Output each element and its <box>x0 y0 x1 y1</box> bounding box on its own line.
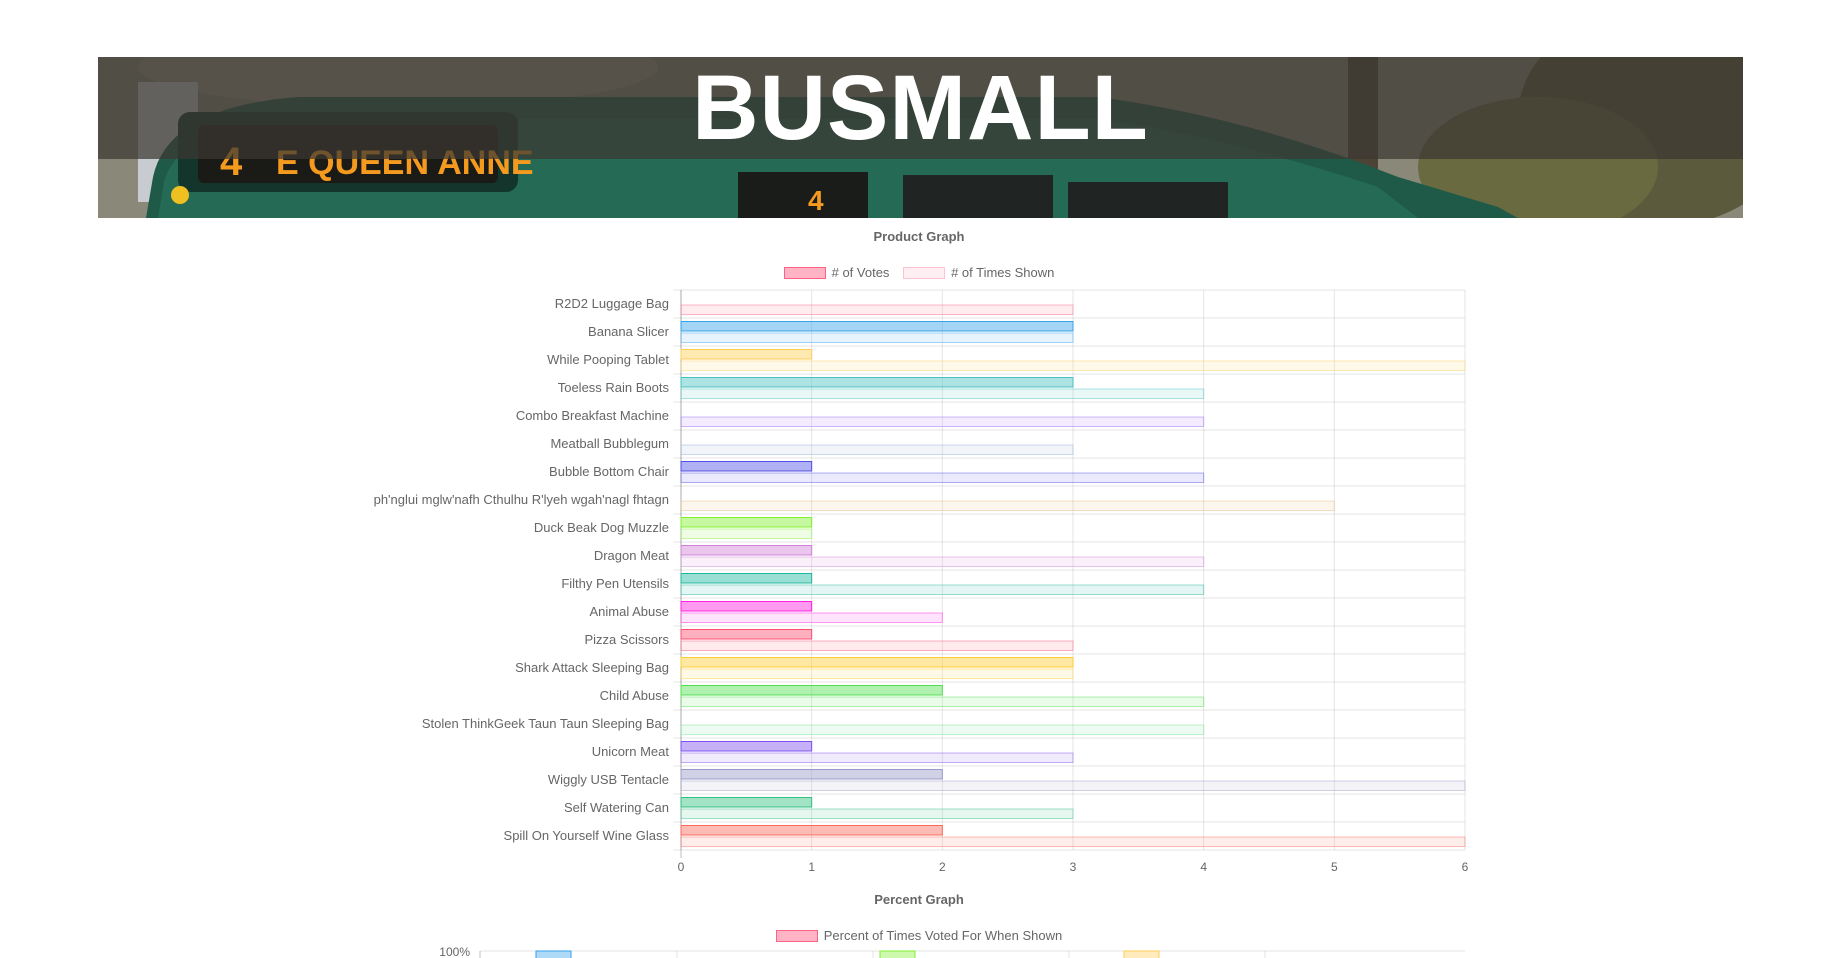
category-label: Combo Breakfast Machine <box>516 408 669 423</box>
category-label: R2D2 Luggage Bag <box>555 296 669 311</box>
bar-votes <box>680 545 813 556</box>
category-label: Stolen ThinkGeek Taun Taun Sleeping Bag <box>422 716 669 731</box>
bar-times-shown <box>680 332 1074 343</box>
bar-votes <box>680 629 813 640</box>
x-tick-label: 1 <box>808 860 815 874</box>
bar-times-shown <box>680 612 943 623</box>
category-label: Pizza Scissors <box>584 632 669 647</box>
x-tick-label: 5 <box>1331 860 1338 874</box>
bar-times-shown <box>680 472 1205 483</box>
bar-times-shown <box>680 808 1074 819</box>
x-tick-label: 6 <box>1462 860 1469 874</box>
category-label: Dragon Meat <box>594 548 670 563</box>
bar-votes <box>680 657 1074 668</box>
product-chart-title: Product Graph <box>873 229 965 244</box>
x-tick-label: 2 <box>939 860 946 874</box>
bar-times-shown <box>680 416 1205 427</box>
bar-times-shown <box>680 528 813 539</box>
bar-votes <box>680 321 1074 332</box>
bar-times-shown <box>680 500 1335 511</box>
legend-label-votes: # of Votes <box>831 265 890 280</box>
percent-bar <box>879 950 916 958</box>
category-label: Spill On Yourself Wine Glass <box>504 828 670 843</box>
legend-swatch-percent <box>775 930 818 942</box>
x-tick-label: 3 <box>1070 860 1077 874</box>
banner: 4 E QUEEN ANNE 4 BUSMALL <box>98 57 1743 218</box>
bar-votes <box>680 573 813 584</box>
x-tick-label: 0 <box>678 860 685 874</box>
bar-votes <box>680 601 813 612</box>
bar-votes <box>680 461 813 472</box>
bar-votes <box>680 685 943 696</box>
percent-y-tick-label: 100% <box>439 945 470 958</box>
bar-times-shown <box>680 444 1074 455</box>
x-tick-label: 4 <box>1200 860 1207 874</box>
bar-times-shown <box>680 360 1466 371</box>
category-label: Animal Abuse <box>590 604 670 619</box>
bar-times-shown <box>680 556 1205 567</box>
bar-times-shown <box>680 724 1205 735</box>
percent-chart-legend: Percent of Times Voted For When Shown <box>0 928 1838 943</box>
bar-votes <box>680 825 943 836</box>
percent-chart: 100% <box>439 945 1465 958</box>
product-chart-legend: # of Votes # of Times Shown <box>0 265 1838 280</box>
bar-times-shown <box>680 752 1074 763</box>
legend-item-votes: # of Votes <box>783 265 890 280</box>
category-label: Filthy Pen Utensils <box>561 576 669 591</box>
bar-votes <box>680 349 813 360</box>
category-label: Unicorn Meat <box>592 744 670 759</box>
bar-votes <box>680 741 813 752</box>
category-label: Bubble Bottom Chair <box>549 464 670 479</box>
bar-times-shown <box>680 304 1074 315</box>
category-label: Shark Attack Sleeping Bag <box>515 660 669 675</box>
category-label: While Pooping Tablet <box>547 352 669 367</box>
category-label: Wiggly USB Tentacle <box>548 772 669 787</box>
percent-bar <box>1123 950 1160 958</box>
bar-votes <box>680 769 943 780</box>
category-label: Meatball Bubblegum <box>550 436 669 451</box>
product-chart-x-ticks: 0 1 2 3 4 5 6 <box>678 860 1469 874</box>
bar-times-shown <box>680 696 1205 707</box>
percent-chart-title: Percent Graph <box>874 892 964 907</box>
category-label: ph'nglui mglw'nafh Cthulhu R'lyeh wgah'n… <box>374 492 669 507</box>
product-chart: R2D2 Luggage Bag Banana Slicer While Poopi… <box>374 289 1469 874</box>
category-label: Self Watering Can <box>564 800 669 815</box>
bar-times-shown <box>680 584 1205 595</box>
legend-item-percent: Percent of Times Voted For When Shown <box>775 928 1063 943</box>
legend-item-shown: # of Times Shown <box>903 265 1054 280</box>
bar-votes <box>680 797 813 808</box>
bar-votes <box>680 377 1074 388</box>
bar-times-shown <box>680 640 1074 651</box>
category-label: Duck Beak Dog Muzzle <box>534 520 669 535</box>
legend-swatch-shown <box>903 267 946 279</box>
legend-swatch-votes <box>783 267 826 279</box>
category-label: Child Abuse <box>600 688 669 703</box>
bar-times-shown <box>680 388 1205 399</box>
bar-times-shown <box>680 836 1466 847</box>
percent-bar <box>535 950 572 958</box>
bar-times-shown <box>680 780 1466 791</box>
bar-votes <box>680 517 813 528</box>
category-label: Toeless Rain Boots <box>558 380 670 395</box>
bar-times-shown <box>680 668 1074 679</box>
site-title: BUSMALL <box>98 57 1743 159</box>
product-chart-category-labels: R2D2 Luggage Bag Banana Slicer While Poopi… <box>374 296 670 843</box>
legend-label-shown: # of Times Shown <box>951 265 1055 280</box>
legend-label-percent: Percent of Times Voted For When Shown <box>823 928 1063 943</box>
bus-window-route: 4 <box>808 185 824 216</box>
category-label: Banana Slicer <box>588 324 670 339</box>
